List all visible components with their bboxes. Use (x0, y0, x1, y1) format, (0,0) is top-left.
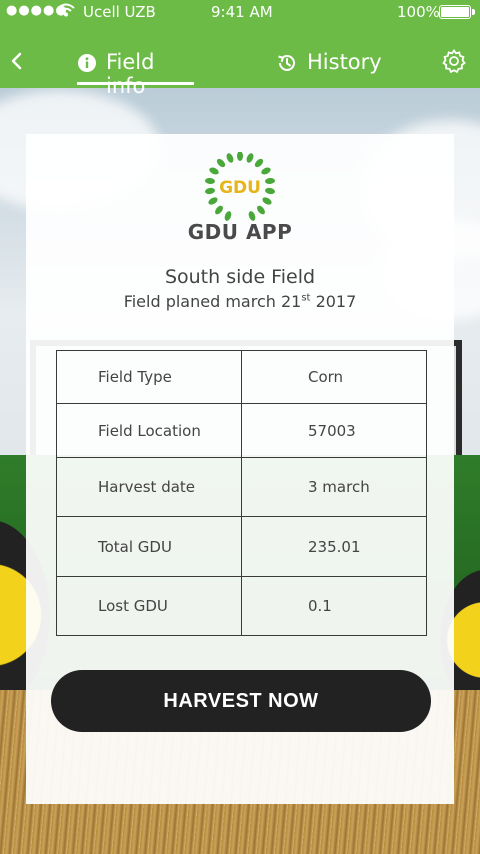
history-icon (276, 50, 298, 79)
app-header: ●●●●● Ucell UZB 9:41 AM 100% Field info … (0, 0, 480, 98)
wifi-icon (57, 2, 75, 22)
table-row: Field Location 57003 (56, 403, 427, 458)
nav-bar: Field info History (0, 38, 480, 98)
tab-history[interactable]: History (276, 48, 382, 90)
field-details-table: Field Type Corn Field Location 57003 Har… (56, 350, 427, 636)
field-planned-date: Field planed march 21st 2017 (123, 292, 357, 311)
table-row: Harvest date 3 march (56, 457, 427, 517)
detail-key: Field Location (56, 403, 242, 458)
gear-icon[interactable] (441, 48, 467, 74)
detail-value: 3 march (241, 457, 427, 517)
chevron-left-icon[interactable] (8, 48, 26, 74)
tab-history-label: History (307, 50, 382, 74)
detail-key: Total GDU (56, 516, 242, 577)
detail-key: Lost GDU (56, 576, 242, 636)
field-name: South side Field (164, 266, 316, 288)
table-row: Lost GDU 0.1 (56, 576, 427, 636)
detail-value: 57003 (241, 403, 427, 458)
status-time: 9:41 AM (211, 3, 273, 21)
battery-icon (439, 5, 475, 19)
app-name: GDU APP (187, 220, 293, 244)
detail-value: 0.1 (241, 576, 427, 636)
table-row: Field Type Corn (56, 350, 427, 404)
logo-text: GDU (219, 178, 261, 198)
status-bar: ●●●●● Ucell UZB 9:41 AM 100% (0, 0, 480, 24)
tab-field-info[interactable]: Field info (77, 48, 194, 98)
carrier-name: Ucell UZB (83, 3, 156, 21)
gdu-logo: GDU (205, 151, 275, 224)
harvest-now-button[interactable]: HARVEST NOW (51, 670, 431, 732)
detail-value: 235.01 (241, 516, 427, 577)
table-row: Total GDU 235.01 (56, 516, 427, 577)
detail-key: Harvest date (56, 457, 242, 517)
detail-key: Field Type (56, 350, 242, 404)
info-icon (77, 50, 97, 78)
tab-field-info-label: Field info (106, 50, 155, 98)
battery-percent: 100% (397, 3, 440, 21)
detail-value: Corn (241, 350, 427, 404)
